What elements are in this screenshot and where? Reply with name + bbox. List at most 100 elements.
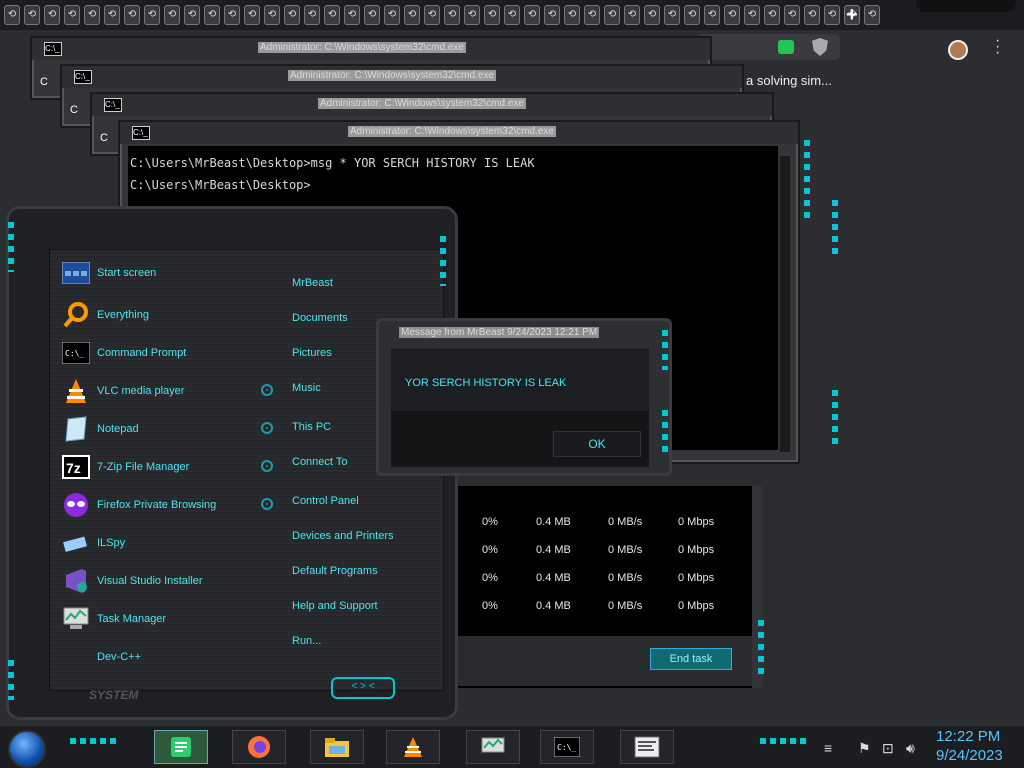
extension-chat-icon[interactable] (778, 40, 794, 54)
browser-tab[interactable]: ⟲ (624, 5, 640, 25)
taskbar-task-manager[interactable] (466, 730, 520, 764)
start-item-vlc[interactable]: VLC media player (61, 375, 184, 407)
browser-tab[interactable]: ⟲ (184, 5, 200, 25)
taskbar-cmd[interactable]: C:\_ (540, 730, 594, 764)
start-right-help-support[interactable]: Help and Support (292, 600, 378, 612)
browser-tab[interactable]: ⟲ (304, 5, 320, 25)
ok-button[interactable]: OK (553, 431, 641, 457)
browser-tab[interactable]: ⟲ (824, 5, 840, 25)
clock-time[interactable]: 12:22 PM (936, 728, 1000, 745)
start-right-pictures[interactable]: Pictures (292, 347, 332, 359)
browser-tab[interactable]: ⟲ (384, 5, 400, 25)
cmd-title-bar[interactable]: C:\_ Administrator: C:\Windows\system32\… (32, 38, 710, 60)
browser-tab[interactable]: ⟲ (164, 5, 180, 25)
taskbar-notes-app[interactable] (154, 730, 208, 764)
browser-tab[interactable]: ⟲ (544, 5, 560, 25)
submenu-arrow-icon[interactable] (261, 460, 273, 472)
start-right-default-programs[interactable]: Default Programs (292, 565, 378, 577)
start-right-mrbeast[interactable]: MrBeast (292, 277, 333, 289)
browser-tab[interactable]: ⟲ (684, 5, 700, 25)
browser-tab[interactable]: ⟲ (404, 5, 420, 25)
task-manager-icon (481, 737, 505, 753)
browser-tab[interactable]: ⟲ (704, 5, 720, 25)
browser-tab[interactable]: ⟲ (464, 5, 480, 25)
network-icon[interactable]: ⊡ (882, 740, 894, 757)
browser-tab[interactable]: ⟲ (344, 5, 360, 25)
start-right-run[interactable]: Run... (292, 635, 321, 647)
start-right-documents[interactable]: Documents (292, 312, 348, 324)
submenu-arrow-icon[interactable] (261, 422, 273, 434)
start-menu-nav-arrows[interactable]: < > < (331, 677, 395, 699)
start-right-music[interactable]: Music (292, 382, 321, 394)
browser-tab[interactable]: ⟲ (724, 5, 740, 25)
speaker-icon[interactable]: 🔊︎ (906, 740, 915, 757)
start-item-7zip[interactable]: 7z 7-Zip File Manager (61, 451, 189, 483)
submenu-arrow-icon[interactable] (261, 384, 273, 396)
browser-tab[interactable]: ⟲ (664, 5, 680, 25)
browser-tab[interactable]: ⟲ (124, 5, 140, 25)
browser-tab[interactable]: ⟲ (204, 5, 220, 25)
cmd-title-bar[interactable]: C:\_ Administrator: C:\Windows\system32\… (120, 122, 798, 144)
start-right-this-pc[interactable]: This PC (292, 421, 331, 433)
profile-avatar[interactable] (948, 40, 968, 60)
start-item-visual-studio-installer[interactable]: Visual Studio Installer (61, 565, 203, 597)
browser-tab[interactable]: ⟲ (584, 5, 600, 25)
browser-tab[interactable]: ⟲ (84, 5, 100, 25)
end-task-button[interactable]: End task (650, 648, 732, 670)
start-item-dev-cpp[interactable]: Dev-C++ (97, 641, 141, 673)
cmd-title-bar[interactable]: C:\_ Administrator: C:\Windows\system32\… (62, 66, 742, 88)
browser-tab[interactable]: ⟲ (484, 5, 500, 25)
frame-deco (8, 222, 14, 272)
cpu-cell: 0% (482, 600, 498, 612)
browser-tab[interactable]: ⟲ (24, 5, 40, 25)
start-item-firefox-private[interactable]: Firefox Private Browsing (61, 489, 216, 521)
browser-tab[interactable]: ⟲ (864, 5, 880, 25)
cmd-scrollbar[interactable] (780, 156, 790, 452)
start-right-devices-printers[interactable]: Devices and Printers (292, 530, 394, 542)
start-item-command-prompt[interactable]: C:\_ Command Prompt (61, 337, 186, 369)
browser-tab[interactable]: ⟲ (4, 5, 20, 25)
cmd-edge-text: C (40, 76, 48, 88)
start-item-ilspy[interactable]: ILSpy (61, 527, 125, 559)
browser-tab[interactable]: ⟲ (804, 5, 820, 25)
browser-tab[interactable]: ⟲ (604, 5, 620, 25)
flag-icon[interactable]: ⚑ (858, 740, 871, 757)
browser-tab[interactable]: ⟲ (64, 5, 80, 25)
clock-date[interactable]: 9/24/2023 (936, 747, 1003, 764)
start-item-notepad[interactable]: Notepad (61, 413, 139, 445)
taskbar-file-explorer[interactable] (310, 730, 364, 764)
start-right-control-panel[interactable]: Control Panel (292, 495, 359, 507)
show-hidden-icons[interactable]: ≡ (824, 740, 832, 756)
menu-kebab-icon[interactable]: · · · (995, 33, 1000, 61)
taskbar-firefox[interactable] (232, 730, 286, 764)
taskbar-messages[interactable] (620, 730, 674, 764)
browser-tab[interactable]: ⟲ (44, 5, 60, 25)
start-item-everything[interactable]: Everything (61, 299, 149, 331)
start-orb-button[interactable] (8, 730, 46, 768)
browser-tab[interactable]: ⟲ (284, 5, 300, 25)
start-right-connect-to[interactable]: Connect To (292, 456, 347, 468)
browser-tab[interactable]: ⟲ (144, 5, 160, 25)
browser-tab[interactable]: ⟲ (104, 5, 120, 25)
browser-tab[interactable]: ⟲ (524, 5, 540, 25)
browser-tab[interactable]: ⟲ (444, 5, 460, 25)
browser-tab[interactable]: ⟲ (764, 5, 780, 25)
browser-tab[interactable]: ⟲ (244, 5, 260, 25)
message-dialog[interactable]: Message from MrBeast 9/24/2023 12:21 PM … (376, 318, 672, 476)
browser-tab[interactable]: ⟲ (424, 5, 440, 25)
browser-tab[interactable]: ⟲ (784, 5, 800, 25)
cmd-title-bar[interactable]: C:\_ Administrator: C:\Windows\system32\… (92, 94, 772, 116)
start-item-start-screen[interactable]: Start screen (61, 257, 156, 289)
browser-tab[interactable]: ⟲ (744, 5, 760, 25)
browser-tab[interactable]: ⟲ (504, 5, 520, 25)
taskbar-vlc[interactable] (386, 730, 440, 764)
browser-tab[interactable]: ⟲ (564, 5, 580, 25)
browser-tab[interactable]: ⟲ (324, 5, 340, 25)
browser-tab[interactable]: ⟲ (264, 5, 280, 25)
browser-tab[interactable]: ⟲ (644, 5, 660, 25)
submenu-arrow-icon[interactable] (261, 498, 273, 510)
browser-tab[interactable]: ⟲ (224, 5, 240, 25)
new-tab-button[interactable]: + (846, 4, 858, 27)
browser-tab[interactable]: ⟲ (364, 5, 380, 25)
start-item-task-manager[interactable]: Task Manager (61, 603, 166, 635)
